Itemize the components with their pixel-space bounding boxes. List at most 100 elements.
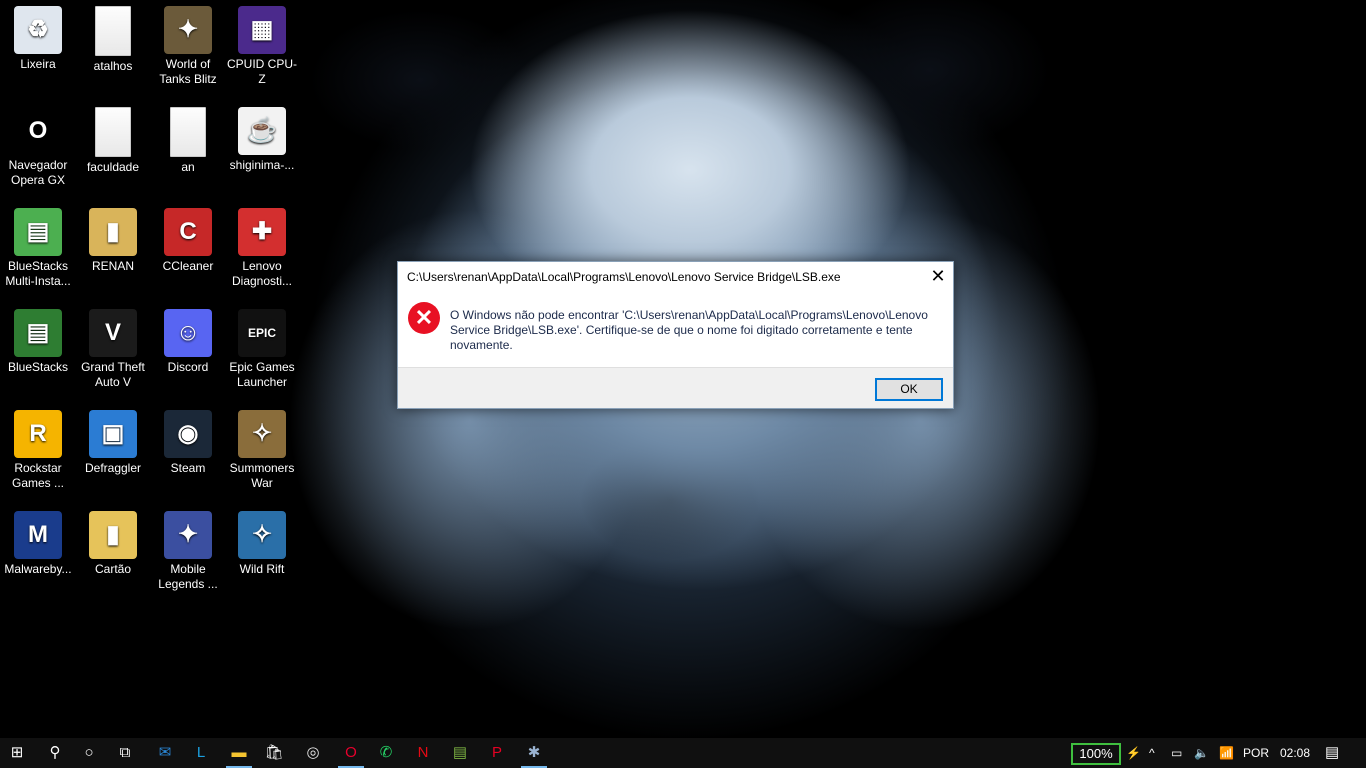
desktop-icon-label: BlueStacks — [7, 360, 69, 374]
desktop-icon-label: Navegador Opera GX — [8, 158, 68, 187]
plug-icon: ⚡ — [1126, 746, 1141, 760]
app-icon: ♻ — [14, 6, 62, 54]
desktop-icon[interactable]: EPIC Epic Games Launcher — [224, 303, 300, 390]
desktop-icon-label: BlueStacks Multi-Insta... — [5, 259, 71, 288]
app-icon: ☕ — [238, 107, 286, 155]
task-view-icon[interactable]: ⧉ — [108, 738, 142, 768]
app-icon: C — [164, 208, 212, 256]
desktop-icon-label: Mobile Legends ... — [158, 562, 218, 591]
app-icon: ▮ — [89, 511, 137, 559]
app-icon — [95, 6, 131, 56]
app-icon: ✧ — [238, 511, 286, 559]
desktop-icon[interactable]: V Grand Theft Auto V — [75, 303, 151, 390]
app-icon: ▣ — [89, 410, 137, 458]
cortana-icon[interactable]: ○ — [72, 738, 106, 768]
search-icon[interactable]: ⚲ — [38, 738, 72, 768]
app-icon: ▮ — [89, 208, 137, 256]
desktop-icon-label: CPUID CPU-Z — [226, 57, 297, 86]
desktop-icon[interactable]: ▮ RENAN — [75, 202, 151, 274]
app-icon — [95, 107, 131, 157]
taskbar: ⊞ ⚲ ○ ⧉ ✉ L ▬ 🛍 ◎ O ✆ N ▤ P ✱ 100% ⚡ ^ ▭ 🔈 📶 POR 0… — [0, 738, 1366, 768]
app-icon: ✦ — [164, 511, 212, 559]
taskbar-app-lenovo-vantage-icon[interactable]: L — [184, 738, 218, 768]
desktop-icon-label: RENAN — [91, 259, 134, 273]
language-indicator[interactable]: POR — [1243, 738, 1269, 768]
app-icon: ▤ — [14, 208, 62, 256]
desktop-icon[interactable]: O Navegador Opera GX — [0, 101, 76, 188]
desktop-icon[interactable]: ✦ Mobile Legends ... — [150, 505, 226, 592]
taskbar-app-pinterest-icon[interactable]: P — [480, 738, 514, 768]
app-icon: M — [14, 511, 62, 559]
desktop-icon[interactable]: atalhos — [75, 0, 151, 74]
desktop-icon-label: Cartão — [94, 562, 132, 576]
error-icon: ✕ — [408, 302, 440, 334]
desktop-icon[interactable]: an — [150, 101, 226, 175]
app-icon: ◉ — [164, 410, 212, 458]
app-icon — [170, 107, 206, 157]
desktop-icon[interactable]: C CCleaner — [150, 202, 226, 274]
desktop-icon[interactable]: ▦ CPUID CPU-Z — [224, 0, 300, 87]
desktop-icon[interactable]: ♻ Lixeira — [0, 0, 76, 72]
desktop-icon-label: Lixeira — [20, 57, 56, 71]
taskbar-app-opera-gx-icon[interactable]: O — [334, 738, 368, 768]
wifi-icon[interactable]: 📶 — [1219, 738, 1234, 768]
desktop-icon-label: Wild Rift — [239, 562, 285, 576]
start-button[interactable]: ⊞ — [0, 738, 34, 768]
battery-icon[interactable]: ▭ — [1171, 738, 1182, 768]
dialog-message: O Windows não pode encontrar 'C:\Users\r… — [450, 308, 928, 352]
desktop-icon-label: Grand Theft Auto V — [81, 360, 145, 389]
desktop-icon[interactable]: ▤ BlueStacks — [0, 303, 76, 375]
ok-button[interactable]: OK — [875, 378, 943, 401]
taskbar-app-store-icon[interactable]: 🛍 — [257, 738, 291, 768]
clock[interactable]: 02:08 — [1280, 738, 1310, 768]
desktop-icon[interactable]: ✧ Summoners War — [224, 404, 300, 491]
taskbar-app-bluestacks-icon[interactable]: ▤ — [443, 738, 477, 768]
taskbar-app-media-icon[interactable]: ◎ — [296, 738, 330, 768]
app-icon: R — [14, 410, 62, 458]
app-icon: ✚ — [238, 208, 286, 256]
battery-percentage[interactable]: 100% — [1071, 743, 1121, 765]
desktop-icon-label: Epic Games Launcher — [229, 360, 295, 389]
desktop-icon-label: Malwareby... — [4, 562, 72, 576]
volume-icon[interactable]: 🔈 — [1194, 738, 1209, 768]
desktop-icon-label: an — [181, 160, 195, 174]
desktop-icon[interactable]: R Rockstar Games ... — [0, 404, 76, 491]
app-icon: ✧ — [238, 410, 286, 458]
app-icon: ▤ — [14, 309, 62, 357]
desktop-icon[interactable]: ▮ Cartão — [75, 505, 151, 577]
dialog-title: C:\Users\renan\AppData\Local\Programs\Le… — [407, 270, 841, 284]
app-icon: V — [89, 309, 137, 357]
app-icon: O — [14, 107, 62, 155]
taskbar-app-mail-icon[interactable]: ✉ — [148, 738, 182, 768]
desktop-icon[interactable]: ▤ BlueStacks Multi-Insta... — [0, 202, 76, 289]
desktop-icon[interactable]: ☺ Discord — [150, 303, 226, 375]
taskbar-app-error-app-icon[interactable]: ✱ — [517, 738, 551, 768]
desktop-icon[interactable]: ✚ Lenovo Diagnosti... — [224, 202, 300, 289]
notifications-icon[interactable]: ▤ — [1325, 738, 1339, 768]
desktop-icon-label: World of Tanks Blitz — [159, 57, 217, 86]
app-icon: ✦ — [164, 6, 212, 54]
app-icon: ▦ — [238, 6, 286, 54]
error-dialog: C:\Users\renan\AppData\Local\Programs\Le… — [397, 261, 954, 409]
app-icon: ☺ — [164, 309, 212, 357]
app-icon: EPIC — [238, 309, 286, 357]
desktop-icon-label: Summoners War — [229, 461, 295, 490]
desktop-icon-label: CCleaner — [162, 259, 214, 273]
desktop-icon[interactable]: ▣ Defraggler — [75, 404, 151, 476]
desktop-icon[interactable]: faculdade — [75, 101, 151, 175]
taskbar-app-file-explorer-icon[interactable]: ▬ — [222, 738, 256, 768]
desktop-icon-label: Rockstar Games ... — [11, 461, 64, 490]
chevron-up-icon[interactable]: ^ — [1149, 738, 1155, 768]
desktop-icon[interactable]: M Malwareby... — [0, 505, 76, 577]
desktop-icon-label: Discord — [167, 360, 209, 374]
desktop-icon[interactable]: ☕ shiginima-... — [224, 101, 300, 173]
taskbar-app-netflix-icon[interactable]: N — [406, 738, 440, 768]
desktop-icon-label: faculdade — [86, 160, 140, 174]
desktop-icon[interactable]: ✦ World of Tanks Blitz — [150, 0, 226, 87]
desktop-icon[interactable]: ◉ Steam — [150, 404, 226, 476]
desktop-icon-label: Lenovo Diagnosti... — [231, 259, 293, 288]
desktop-icon[interactable]: ✧ Wild Rift — [224, 505, 300, 577]
taskbar-app-whatsapp-icon[interactable]: ✆ — [369, 738, 403, 768]
dialog-footer: OK — [398, 367, 953, 408]
close-icon[interactable]: ✕ — [923, 262, 953, 290]
